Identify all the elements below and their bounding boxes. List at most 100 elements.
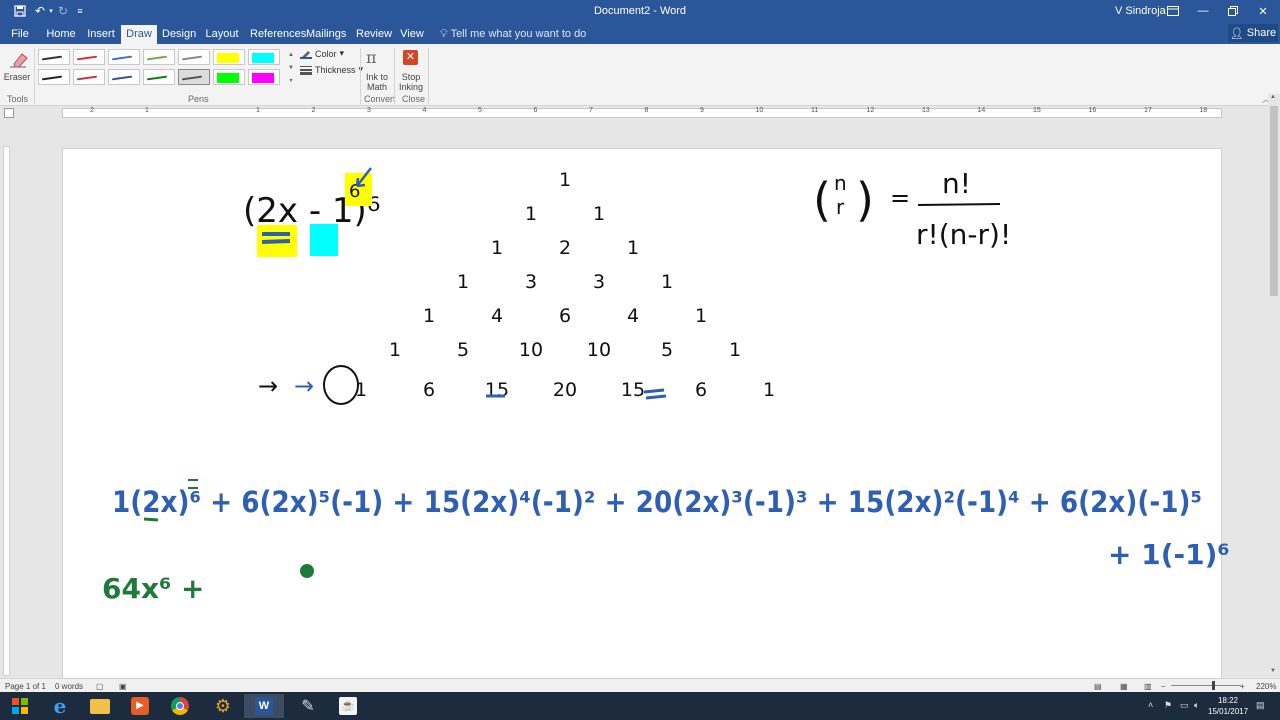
print-layout-icon[interactable]: ▦ (1120, 682, 1128, 691)
draw-app-icon[interactable]: ✎ (288, 694, 328, 718)
ruler-number: 1 (145, 107, 149, 114)
zoom-slider-handle[interactable] (1212, 681, 1215, 690)
redo-icon[interactable]: ↻ (56, 3, 70, 19)
page-count[interactable]: Page 1 of 1 (5, 682, 46, 691)
tab-review[interactable]: Review (356, 25, 392, 44)
scroll-down-icon[interactable]: ▼ (1270, 668, 1276, 674)
stop-inking-icon[interactable]: ✕ (403, 50, 418, 65)
volume-icon[interactable]: 🔈︎ (1194, 700, 1199, 711)
ruler-number: 1 (256, 107, 260, 114)
ruler-number: 17 (1144, 107, 1152, 114)
battery-icon[interactable]: ▭ (1180, 700, 1189, 711)
tray-overflow-icon[interactable]: ˄ (1148, 700, 1153, 710)
ribbon-display-icon[interactable] (1156, 0, 1190, 22)
thickness-icon (300, 65, 312, 75)
chrome-icon[interactable] (160, 694, 200, 718)
notifications-icon[interactable]: ▤ (1256, 700, 1265, 711)
ruler-number: 12 (866, 107, 875, 114)
ruler-number: 15 (1033, 107, 1041, 114)
pen-swatch[interactable] (248, 69, 280, 85)
pen-stroke-icon (182, 55, 202, 61)
zoom-slider[interactable] (1171, 681, 1241, 690)
ruler-number: 7 (589, 107, 593, 114)
ruler-number: 3 (367, 107, 371, 114)
pen-swatch[interactable] (38, 49, 70, 65)
settings-app-icon[interactable]: ⚙ (203, 694, 243, 718)
undo-icon[interactable]: ↶ (32, 3, 48, 19)
internet-explorer-icon[interactable]: e (40, 694, 80, 718)
word-count[interactable]: 0 words (55, 682, 83, 691)
pen-swatch[interactable] (178, 49, 210, 65)
ruler-track[interactable] (62, 108, 1222, 118)
pen-swatch[interactable] (73, 69, 105, 85)
pen-swatch[interactable] (73, 49, 105, 65)
convert-group-label: Convert (364, 94, 396, 104)
stop-inking-label-2: Inking (398, 82, 424, 92)
lightbulb-icon: 💡︎ (440, 28, 448, 40)
tell-me-search[interactable]: 💡︎ Tell me what you want to do (440, 28, 586, 41)
pens-scroll[interactable]: ▲ ▼ ▾ (287, 49, 295, 89)
ink-to-math-button[interactable]: Ink to Math (362, 72, 392, 92)
read-mode-icon[interactable]: ▤ (1094, 682, 1102, 691)
pen-swatch[interactable] (143, 69, 175, 85)
stop-inking-button[interactable]: Stop Inking (396, 72, 426, 92)
zoom-in-icon[interactable]: + (1240, 682, 1245, 691)
restore-icon[interactable] (1216, 0, 1250, 22)
pen-swatch[interactable] (213, 49, 245, 65)
media-player-icon[interactable]: ▶ (120, 694, 160, 718)
color-button[interactable]: Color ▾ (300, 48, 344, 59)
share-button[interactable]: 👤︎ Share (1228, 24, 1278, 42)
zoom-level[interactable]: 220% (1256, 682, 1276, 691)
windows-start-icon[interactable] (0, 694, 40, 718)
ink-to-math-label-1: Ink to (365, 72, 388, 82)
tab-draw[interactable]: Draw (121, 25, 157, 44)
tab-mailings[interactable]: Mailings (306, 25, 346, 44)
minimize-icon[interactable]: — (1186, 0, 1220, 22)
macro-icon[interactable]: ▣ (119, 682, 127, 691)
pen-swatch[interactable] (178, 69, 210, 85)
ruler-number: 5 (478, 107, 482, 114)
document-page[interactable] (62, 148, 1222, 680)
undo-dropdown-icon[interactable]: ▾ (47, 3, 55, 19)
java-app-icon[interactable]: ☕ (328, 694, 368, 718)
thickness-button[interactable]: Thickness▾ (300, 64, 363, 75)
clock-time: 18:22 (1217, 696, 1239, 705)
pen-swatch[interactable] (38, 69, 70, 85)
tab-layout[interactable]: Layout (204, 25, 240, 44)
tab-references[interactable]: References (250, 25, 306, 44)
clock[interactable]: 18:22 15/01/2017 (1208, 695, 1248, 717)
file-explorer-icon[interactable] (80, 694, 120, 718)
tell-me-label: Tell me what you want to do (450, 28, 587, 40)
pen-stroke-icon (77, 75, 97, 81)
pen-swatch[interactable] (108, 49, 140, 65)
web-layout-icon[interactable]: ▥ (1144, 682, 1152, 691)
highlighter-icon (217, 73, 239, 83)
save-icon[interactable] (12, 3, 28, 19)
ink-to-math-icon[interactable]: π (366, 48, 388, 68)
vertical-ruler-track[interactable] (3, 146, 10, 676)
taskbar: e ▶ ⚙ W ✎ ☕ ˄ ⚑ ▭ 🔈︎ 18:22 15/01/2017 ▤ (0, 692, 1280, 720)
word-taskbar-icon[interactable]: W (244, 694, 284, 718)
customize-qat-icon[interactable]: ≡ (74, 3, 86, 19)
close-icon[interactable]: ✕ (1246, 0, 1280, 22)
scroll-up-icon[interactable]: ▲ (1270, 94, 1276, 100)
scrollbar-thumb[interactable] (1270, 106, 1278, 296)
pen-swatch[interactable] (213, 69, 245, 85)
eraser-button[interactable] (8, 50, 28, 68)
ink-to-math-label-2: Math (366, 82, 387, 92)
color-icon (300, 50, 312, 59)
tab-selector[interactable] (4, 108, 14, 118)
flag-icon[interactable]: ⚑ (1164, 700, 1172, 711)
tab-file[interactable]: File (6, 25, 34, 44)
tab-design[interactable]: Design (162, 25, 196, 44)
vertical-scrollbar[interactable]: ▲ ▼ (1268, 94, 1280, 677)
tab-view[interactable]: View (398, 25, 426, 44)
zoom-out-icon[interactable]: − (1161, 682, 1166, 691)
pen-swatch[interactable] (108, 69, 140, 85)
pen-swatch[interactable] (143, 49, 175, 65)
tab-home[interactable]: Home (44, 25, 78, 44)
proofing-icon[interactable]: ▢ (96, 682, 104, 691)
pen-stroke-icon (182, 75, 202, 81)
tab-insert[interactable]: Insert (86, 25, 116, 44)
pen-swatch[interactable] (248, 49, 280, 65)
